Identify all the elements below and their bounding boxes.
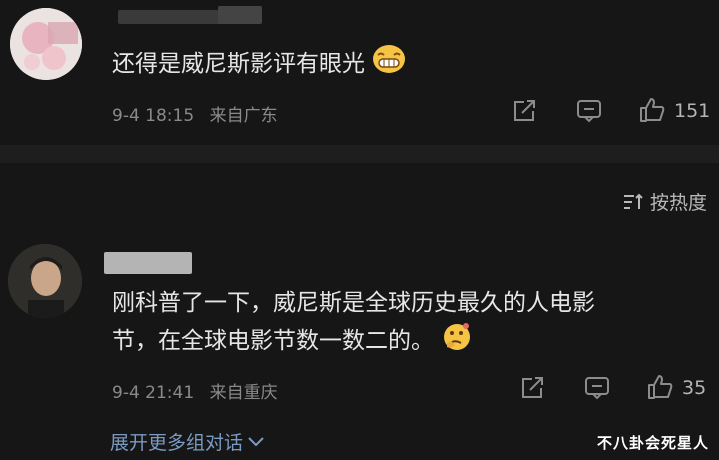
comment-text-1: 还得是威尼斯影评有眼光: [112, 51, 365, 77]
share-icon[interactable]: [512, 99, 538, 127]
comment-text: 刚科普了一下，威尼斯是全球历史最久的人电影 节，在全球电影节数一数二的。: [112, 286, 595, 362]
comment-text-line2: 节，在全球电影节数一数二的。: [112, 328, 434, 354]
section-divider: [0, 145, 719, 163]
avatar[interactable]: [10, 8, 82, 80]
chevron-down-icon: [248, 436, 264, 446]
timestamp: 9-4 21:41: [112, 383, 195, 403]
comment-meta: 9-4 21:41 来自重庆: [112, 378, 288, 403]
location: 来自广东: [209, 106, 278, 126]
comment-text-line1: 刚科普了一下，威尼斯是全球历史最久的人电影: [112, 290, 595, 316]
username-blurred[interactable]: [104, 252, 192, 274]
expand-label: 展开更多组对话: [110, 432, 244, 454]
avatar-image: [10, 8, 82, 80]
avatar-image: [8, 244, 82, 318]
grinning-face-icon: [372, 44, 406, 85]
badge-blurred: [218, 6, 262, 24]
comment-meta: 9-4 18:15 来自广东: [112, 101, 288, 126]
share-icon[interactable]: [520, 376, 546, 404]
username-blurred[interactable]: [118, 10, 228, 24]
like-icon[interactable]: [638, 96, 666, 128]
avatar[interactable]: [8, 244, 82, 318]
location: 来自重庆: [209, 383, 278, 403]
comment-icon[interactable]: [576, 99, 602, 127]
watermark: 不八卦会死星人: [596, 434, 709, 452]
like-count: 151: [674, 100, 711, 122]
sort-toggle[interactable]: 按热度: [622, 188, 707, 215]
comment-icon[interactable]: [584, 376, 610, 404]
thinking-face-icon: [441, 321, 473, 362]
like-icon[interactable]: [646, 373, 674, 405]
expand-conversation-link[interactable]: 展开更多组对话: [110, 428, 265, 455]
sort-icon: [623, 193, 643, 209]
like-count: 35: [682, 377, 707, 399]
timestamp: 9-4 18:15: [112, 106, 195, 126]
comment-text: 还得是威尼斯影评有眼光: [112, 44, 406, 85]
sort-label: 按热度: [649, 192, 707, 214]
